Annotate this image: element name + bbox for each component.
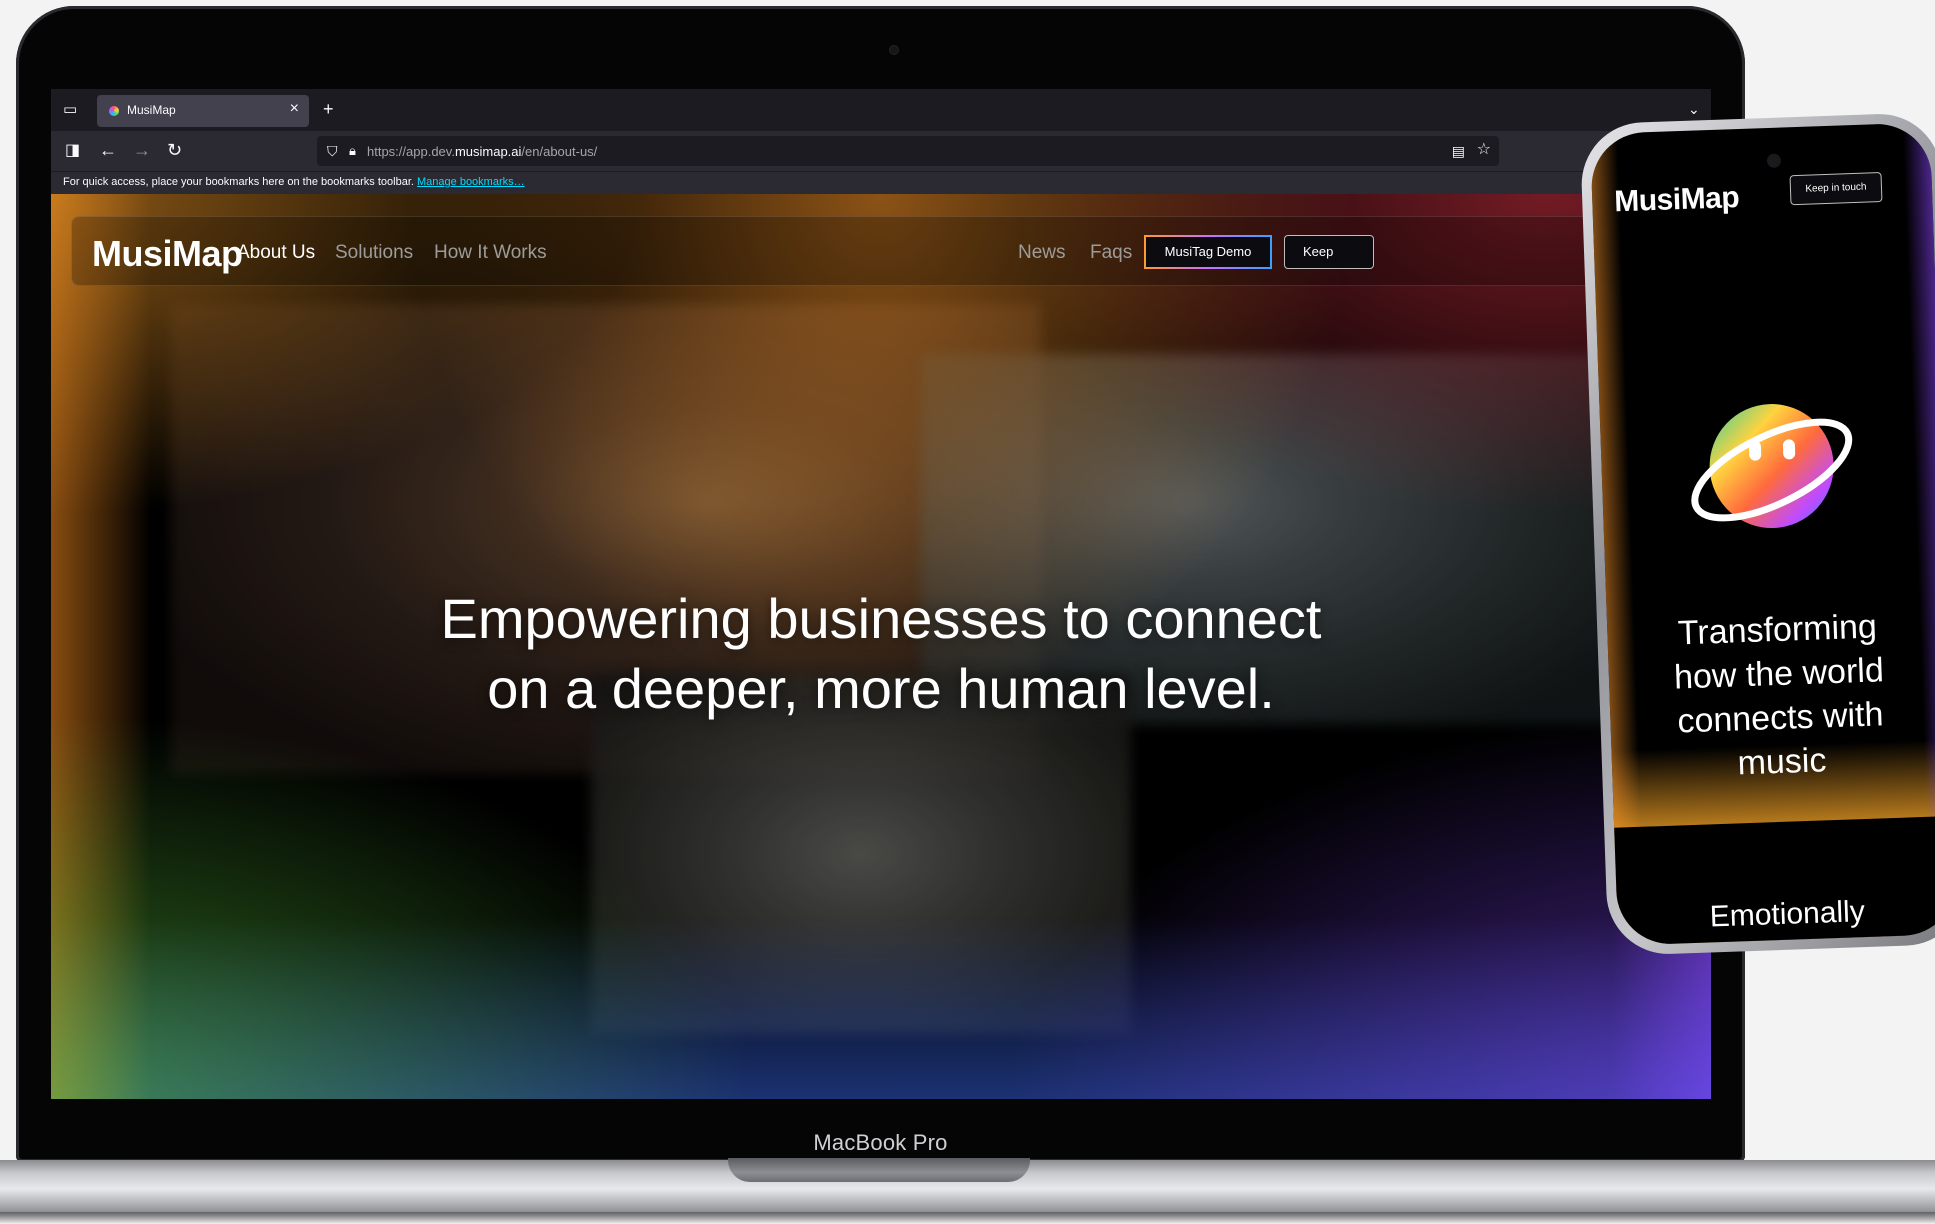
laptop-frame: ▭ MusiMap × + ⌄ ◨ ← → ↻ ⛉ 🔒︎ https://app… [16,6,1745,1162]
camera-icon [889,45,899,55]
favicon-icon [109,106,119,116]
planet-mascot-icon [1691,404,1853,529]
forward-arrow-icon[interactable]: → [133,141,151,159]
tab-list-icon[interactable]: ▭ [63,101,77,119]
phone-heading: Transforming how the world connects with… [1607,602,1935,790]
nav-news[interactable]: News [1018,242,1066,264]
laptop-screen: ▭ MusiMap × + ⌄ ◨ ← → ↻ ⛉ 🔒︎ https://app… [51,89,1711,1099]
star-bookmark-icon[interactable]: ☆ [1477,141,1491,159]
manage-bookmarks-link[interactable]: Manage bookmarks… [417,176,525,188]
close-tab-icon[interactable]: × [290,100,299,118]
hero-heading: Empowering businesses to connect on a de… [51,584,1711,724]
laptop-hinge-notch [728,1158,1030,1182]
phone-keep-in-touch-button[interactable]: Keep in touch [1789,172,1883,206]
tab-musimap[interactable]: MusiMap × [97,95,309,127]
shield-icon[interactable]: ⛉ [327,142,338,160]
tab-bar: ▭ MusiMap × + ⌄ [51,89,1711,131]
nav-how-it-works[interactable]: How It Works [434,242,547,264]
navigation-bar: ◨ ← → ↻ ⛉ 🔒︎ https://app.dev.musimap.ai/… [51,131,1711,171]
keep-in-touch-button[interactable]: Keep [1284,235,1374,269]
website-viewport: MusiMap About Us Solutions How It Works … [51,194,1711,1099]
bookmarks-message: For quick access, place your bookmarks h… [63,176,525,188]
hero-line-1: Empowering businesses to connect [440,587,1322,650]
nav-solutions[interactable]: Solutions [335,242,413,264]
phone-screen: MusiMap Keep in touch Transforming how t… [1589,122,1935,946]
new-tab-button[interactable]: + [323,100,334,118]
chevron-down-icon[interactable]: ⌄ [1688,100,1700,118]
url-text: https://app.dev.musimap.ai/en/about-us/ [367,144,598,159]
device-label: MacBook Pro [813,1130,948,1155]
site-logo[interactable]: MusiMap [92,233,243,275]
nav-about-us[interactable]: About Us [237,242,315,264]
sidebar-toggle-icon[interactable]: ◨ [65,142,80,160]
back-arrow-icon[interactable]: ← [99,141,117,159]
laptop-shadow [0,1212,1935,1224]
reader-view-icon[interactable]: ▤ [1452,142,1465,160]
hero-line-2: on a deeper, more human level. [487,657,1275,720]
reload-icon[interactable]: ↻ [167,141,182,159]
lock-icon[interactable]: 🔒︎ [349,142,356,160]
musitag-demo-button[interactable]: MusiTag Demo [1144,235,1272,269]
site-header: MusiMap About Us Solutions How It Works … [71,216,1711,286]
tab-title: MusiMap [127,103,176,117]
background-photo-table [591,674,1131,1034]
address-bar[interactable]: ⛉ 🔒︎ https://app.dev.musimap.ai/en/about… [317,136,1499,166]
phone-logo[interactable]: MusiMap [1614,181,1740,219]
nav-faqs[interactable]: Faqs [1090,242,1132,264]
bookmarks-toolbar: For quick access, place your bookmarks h… [51,171,1711,194]
phone-frame: MusiMap Keep in touch Transforming how t… [1579,111,1935,957]
